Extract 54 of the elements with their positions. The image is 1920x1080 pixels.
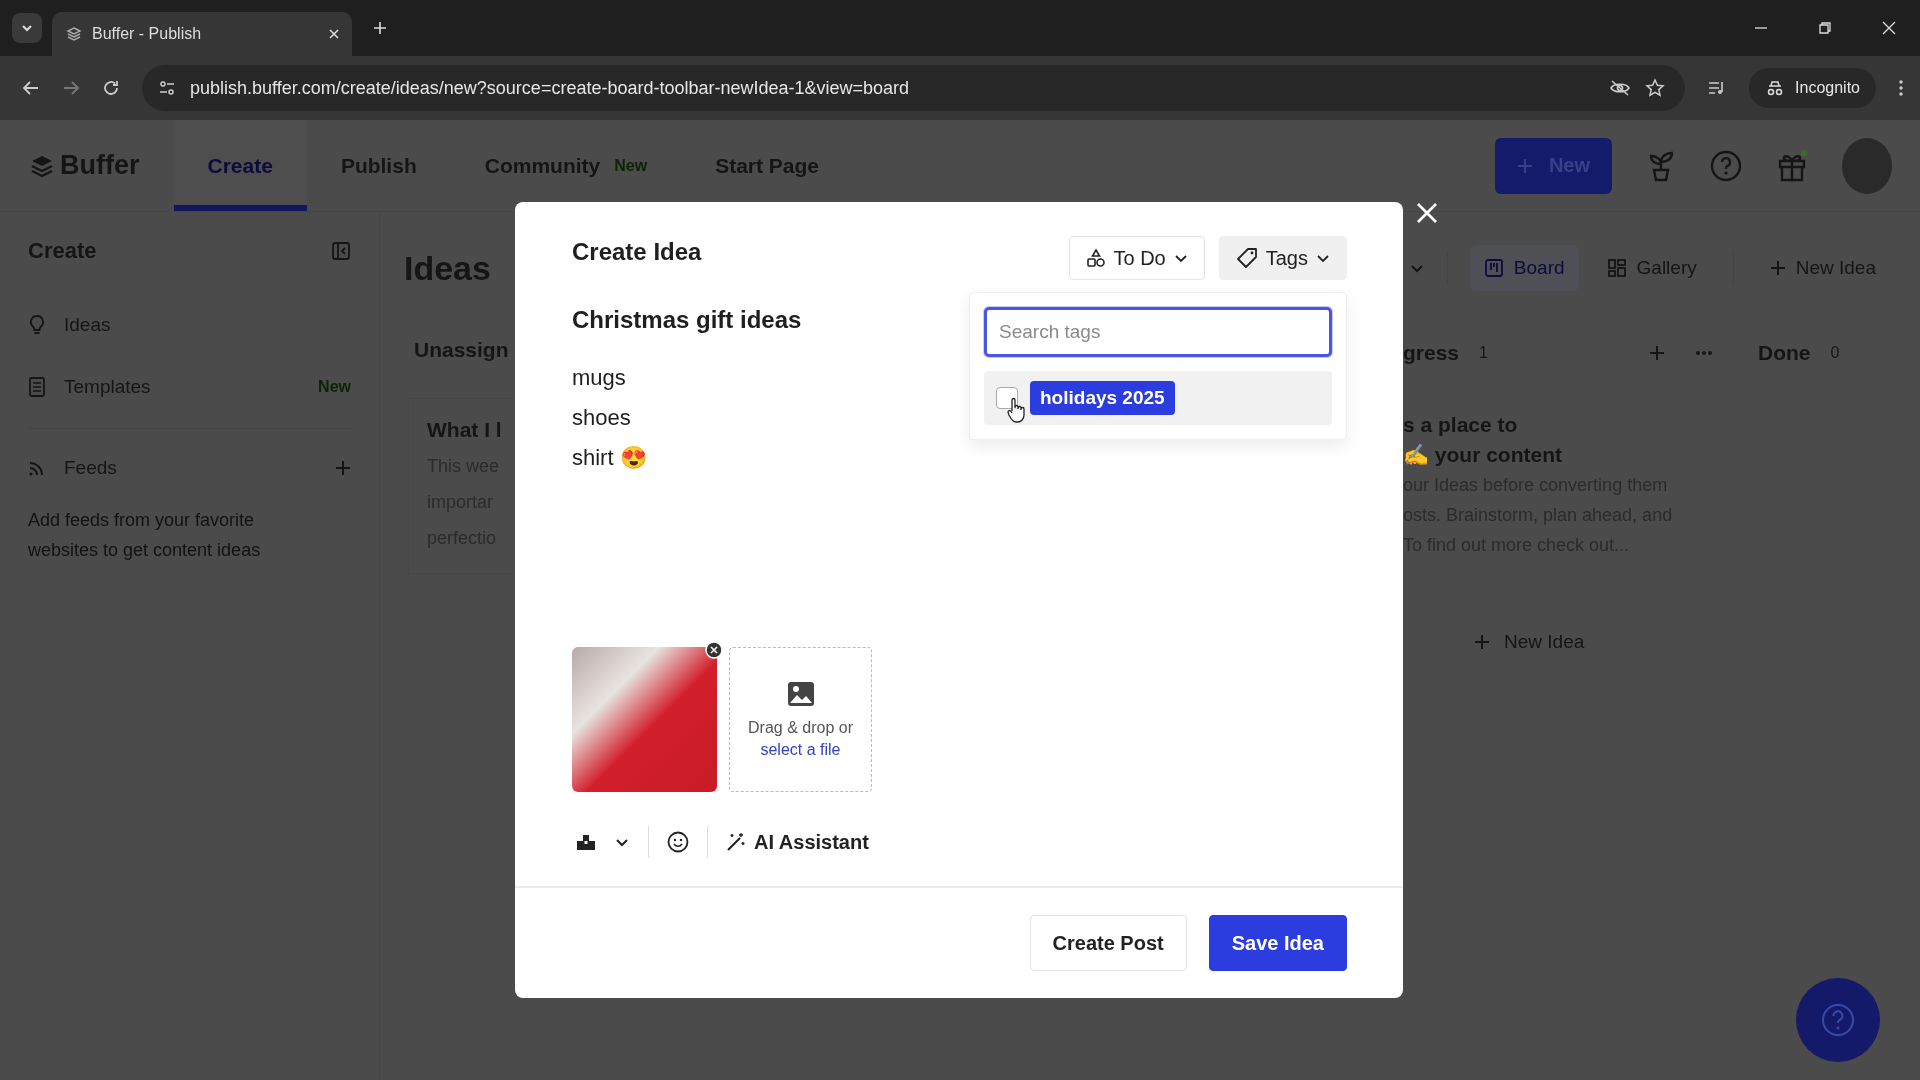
- document-icon: [28, 376, 46, 398]
- more-options-icon[interactable]: [1898, 79, 1904, 97]
- status-dropdown[interactable]: To Do: [1068, 236, 1205, 280]
- drop-hint: Drag & drop or: [748, 718, 853, 737]
- restore-icon[interactable]: [1818, 21, 1832, 35]
- new-label: New: [318, 378, 351, 396]
- tag-chip: holidays 2025: [1030, 381, 1175, 415]
- incognito-chip[interactable]: Incognito: [1749, 68, 1876, 108]
- select-file-link[interactable]: select a file: [760, 740, 841, 759]
- dialog-title: Create Idea: [572, 238, 703, 266]
- checkbox[interactable]: [996, 387, 1018, 409]
- eye-slash-icon[interactable]: [1609, 79, 1632, 97]
- new-tab-icon[interactable]: [372, 20, 388, 36]
- create-post-button[interactable]: Create Post: [1029, 915, 1187, 971]
- grid-icon: [1606, 258, 1627, 278]
- search-tags-field[interactable]: Search tags: [984, 307, 1332, 357]
- plus-icon: [1516, 157, 1533, 174]
- file-drop-zone[interactable]: Drag & drop or select a file: [729, 647, 872, 792]
- gift-icon[interactable]: [1776, 148, 1808, 183]
- site-settings-icon[interactable]: [158, 79, 176, 97]
- save-button[interactable]: Save Idea: [1208, 915, 1347, 971]
- forward-icon[interactable]: [62, 79, 80, 97]
- plus-icon: [1474, 634, 1490, 650]
- layers-icon: [66, 26, 82, 42]
- question-icon: [1820, 1002, 1856, 1038]
- magic-wand-icon: [726, 832, 746, 852]
- rss-icon: [28, 459, 46, 477]
- ai-assistant-button[interactable]: AI Assistant: [726, 830, 869, 854]
- star-icon[interactable]: [1645, 78, 1666, 98]
- hand-cursor-icon: [1006, 397, 1026, 423]
- plus-icon: [1769, 260, 1786, 276]
- tags-dropdown[interactable]: Tags: [1218, 236, 1347, 280]
- stack-icon: [30, 153, 54, 178]
- tag-option[interactable]: holidays 2025: [984, 371, 1332, 425]
- inbox-tray-icon[interactable]: [576, 833, 596, 851]
- address-bar[interactable]: publish.buffer.com/create/ideas/new?source=create-board-toolbar-newIdea-1&view=board: [142, 65, 1686, 111]
- lightbulb-icon: [28, 314, 46, 336]
- back-icon[interactable]: [22, 79, 40, 97]
- nav-tab-label: Create: [207, 153, 273, 178]
- idea-text-line[interactable]: shirt 😍: [572, 442, 989, 474]
- url-text: publish.buffer.com/create/ideas/new?source=create-board-toolbar-newIdea-1&view=board: [190, 77, 910, 99]
- close-icon[interactable]: [328, 28, 340, 40]
- tag-icon: [1235, 247, 1258, 269]
- tab-list-button[interactable]: [12, 13, 42, 43]
- close-icon[interactable]: [1882, 21, 1896, 35]
- shapes-icon: [1085, 248, 1106, 268]
- image-icon: [786, 680, 815, 707]
- reload-icon[interactable]: [102, 79, 120, 97]
- feeds-description: Add feeds from your favorite websites to get content ideas: [28, 509, 262, 562]
- new-label: New: [614, 156, 648, 175]
- smiley-icon[interactable]: [667, 831, 689, 853]
- browser-tab[interactable]: Buffer - Publish: [52, 12, 352, 56]
- board-icon: [1483, 258, 1504, 278]
- remove-icon[interactable]: [705, 641, 723, 659]
